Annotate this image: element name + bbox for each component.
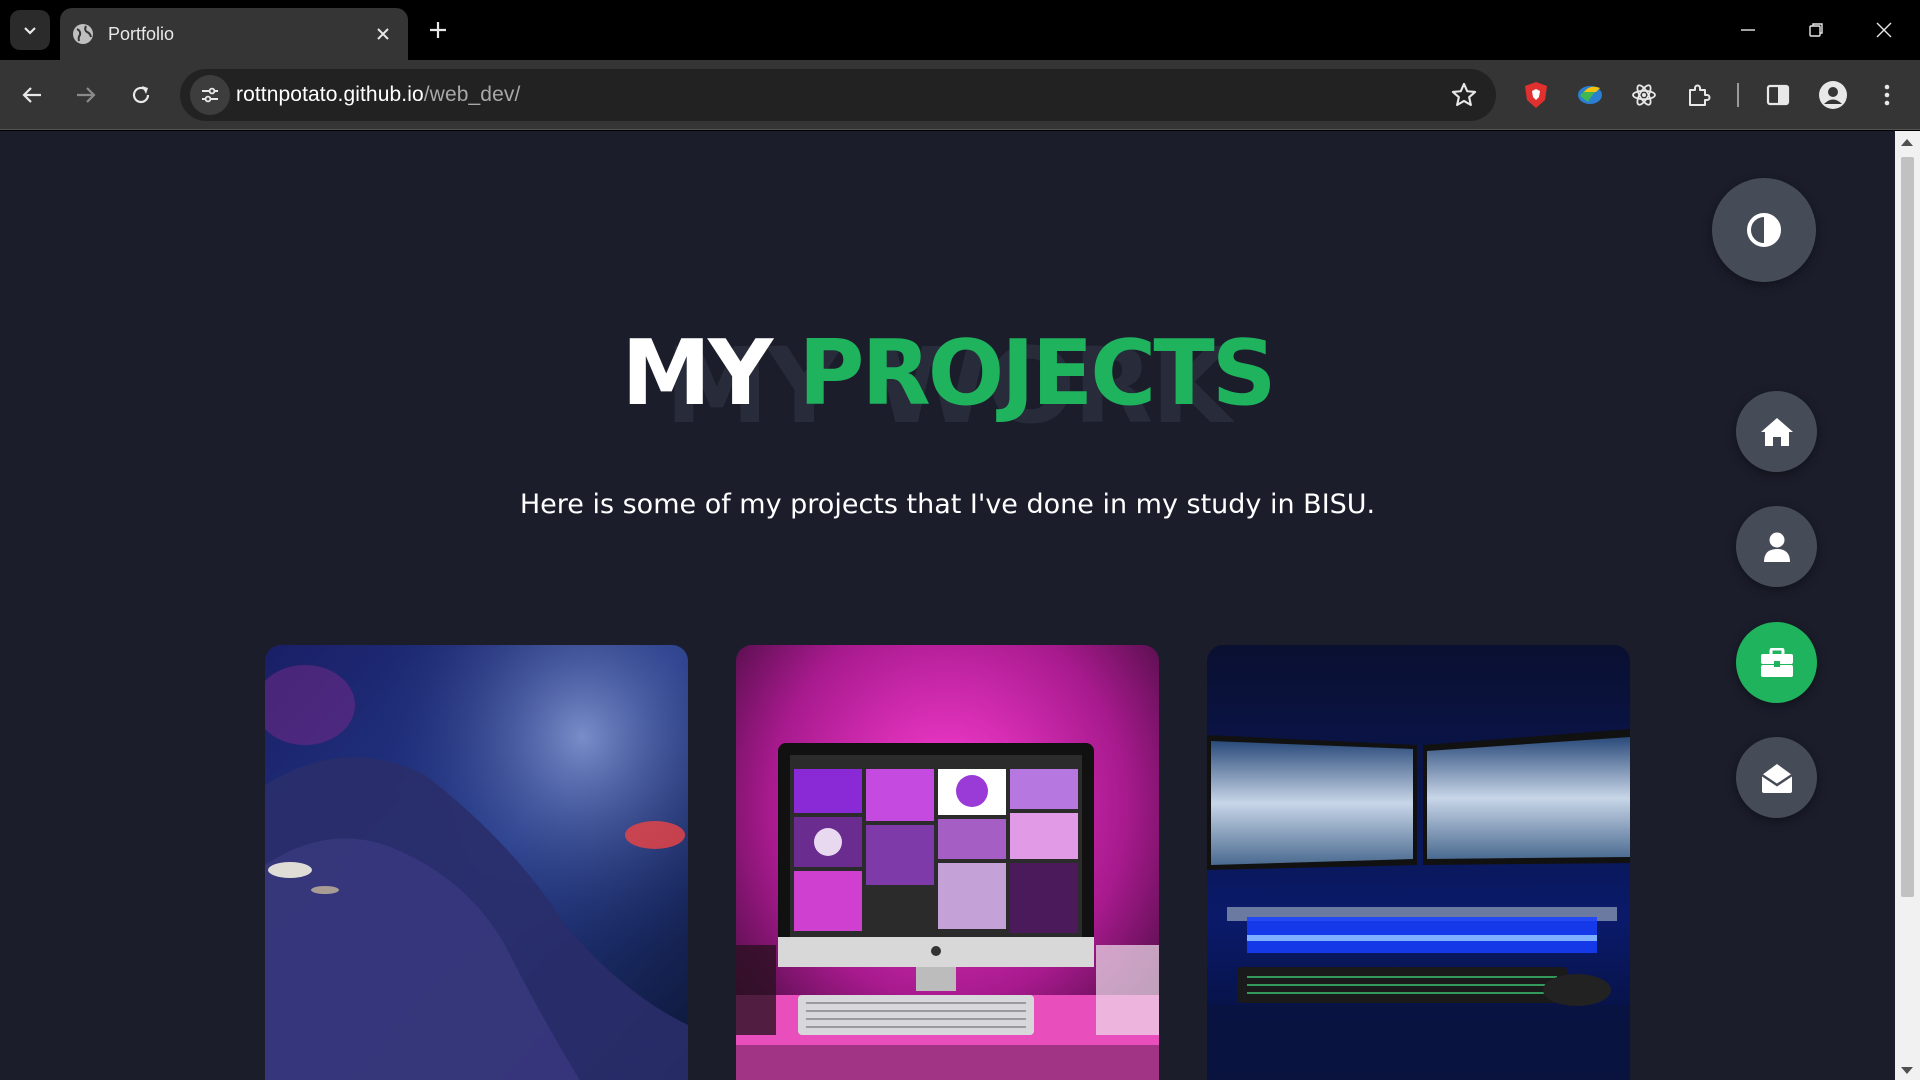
minimize-button[interactable] bbox=[1720, 8, 1776, 52]
plus-icon bbox=[430, 22, 446, 38]
contrast-icon bbox=[1747, 213, 1781, 247]
project-card-1[interactable] bbox=[265, 645, 688, 1080]
home-icon bbox=[1760, 417, 1793, 446]
tab-search-button[interactable] bbox=[10, 10, 50, 50]
heading-green-text: PROJECTS bbox=[798, 321, 1277, 426]
chevron-down-icon bbox=[24, 27, 36, 35]
scroll-thumb[interactable] bbox=[1901, 157, 1914, 897]
page-title: MY PROJECTS bbox=[0, 299, 1895, 449]
back-button[interactable] bbox=[12, 75, 52, 115]
profile-button[interactable] bbox=[1815, 77, 1851, 113]
kebab-menu-icon bbox=[1884, 84, 1890, 106]
side-panel-icon bbox=[1766, 84, 1790, 106]
bookmark-star-icon[interactable] bbox=[1450, 81, 1478, 109]
nav-home-button[interactable] bbox=[1736, 391, 1817, 472]
scroll-down-icon[interactable] bbox=[1901, 1067, 1913, 1074]
nav-contact-button[interactable] bbox=[1736, 737, 1817, 818]
tune-icon bbox=[202, 87, 218, 103]
tab-strip: Portfolio bbox=[0, 0, 1920, 60]
url-host: rottnpotato.github.io bbox=[236, 83, 424, 106]
restore-button[interactable] bbox=[1788, 8, 1844, 52]
address-bar[interactable]: rottnpotato.github.io/web_dev/ bbox=[180, 69, 1496, 121]
project-image-keyboard-hand bbox=[265, 645, 688, 1080]
restore-icon bbox=[1809, 23, 1823, 37]
scroll-up-icon[interactable] bbox=[1901, 139, 1913, 146]
arrow-right-icon bbox=[77, 87, 96, 103]
new-tab-button[interactable] bbox=[422, 12, 454, 48]
user-icon bbox=[1763, 532, 1790, 562]
extensions-button[interactable] bbox=[1681, 77, 1717, 113]
browser-menu-button[interactable] bbox=[1869, 77, 1905, 113]
tab-title: Portfolio bbox=[108, 23, 175, 44]
project-card-3[interactable] bbox=[1207, 645, 1630, 1080]
section-heading: MY WORK MY PROJECTS bbox=[0, 311, 1895, 461]
project-image-dual-monitor bbox=[1207, 645, 1630, 1080]
minimize-icon bbox=[1741, 29, 1755, 31]
forward-button[interactable] bbox=[66, 75, 106, 115]
side-panel-button[interactable] bbox=[1760, 77, 1796, 113]
url-path: /web_dev/ bbox=[423, 83, 521, 106]
atom-icon bbox=[1632, 84, 1656, 106]
color-extension[interactable] bbox=[1572, 77, 1608, 113]
heading-white-text: MY bbox=[621, 321, 773, 426]
url-text[interactable]: rottnpotato.github.io/web_dev/ bbox=[236, 83, 520, 107]
mail-open-icon bbox=[1760, 763, 1793, 793]
nav-portfolio-button[interactable] bbox=[1736, 622, 1817, 703]
project-image-imac-desk bbox=[736, 645, 1159, 1080]
toolbar-separator bbox=[1737, 83, 1739, 107]
page-scrollbar[interactable] bbox=[1895, 131, 1920, 1080]
nav-about-button[interactable] bbox=[1736, 506, 1817, 587]
theme-toggle-button[interactable] bbox=[1712, 178, 1816, 282]
site-info-button[interactable] bbox=[190, 75, 230, 115]
reload-icon bbox=[132, 86, 150, 104]
brave-shield-extension[interactable] bbox=[1518, 77, 1554, 113]
shield-icon bbox=[1525, 82, 1547, 108]
close-icon bbox=[1876, 22, 1892, 38]
reload-button[interactable] bbox=[121, 75, 161, 115]
palette-icon bbox=[1578, 86, 1602, 104]
briefcase-icon bbox=[1760, 647, 1793, 677]
close-icon bbox=[377, 28, 389, 40]
react-devtools-extension[interactable] bbox=[1626, 77, 1662, 113]
avatar-icon bbox=[1819, 81, 1847, 109]
tab-close-button[interactable] bbox=[370, 21, 396, 47]
tab-portfolio[interactable]: Portfolio bbox=[60, 8, 408, 60]
page-viewport: MY WORK MY PROJECTS Here is some of my p… bbox=[0, 131, 1895, 1080]
puzzle-icon bbox=[1689, 84, 1711, 106]
project-card-2[interactable] bbox=[736, 645, 1159, 1080]
globe-icon bbox=[73, 24, 93, 44]
section-subtitle: Here is some of my projects that I've do… bbox=[519, 489, 1376, 520]
close-window-button[interactable] bbox=[1856, 8, 1912, 52]
browser-toolbar: rottnpotato.github.io/web_dev/ bbox=[0, 60, 1920, 130]
arrow-left-icon bbox=[22, 87, 41, 103]
